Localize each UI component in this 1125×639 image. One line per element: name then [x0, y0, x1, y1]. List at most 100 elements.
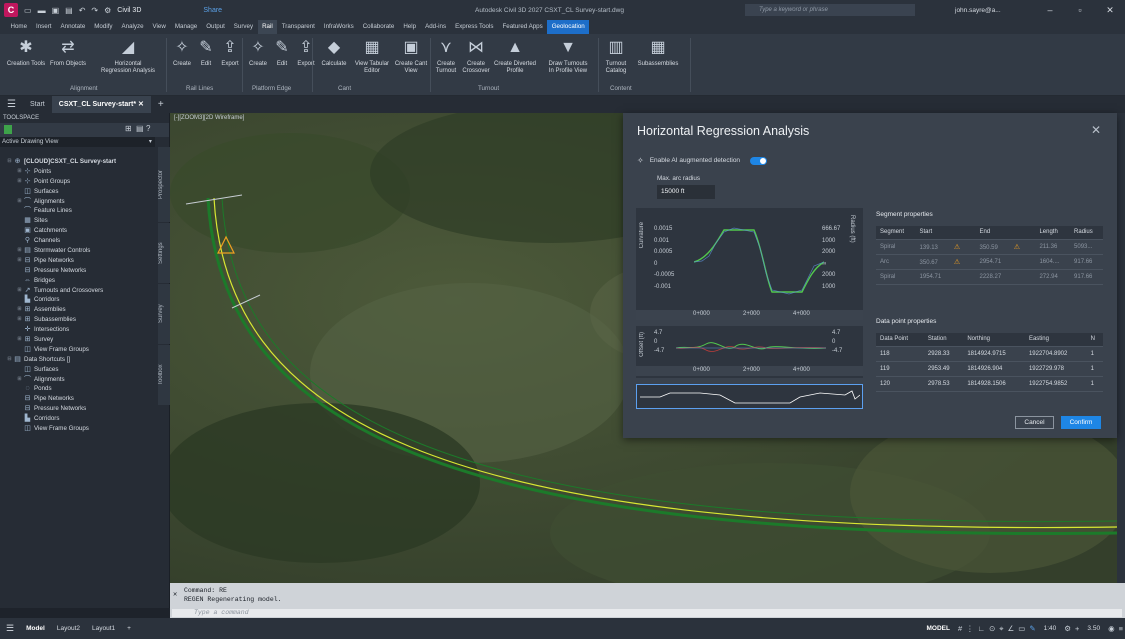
- gear-icon[interactable]: ⚙: [104, 6, 111, 15]
- close-command-icon[interactable]: ✕: [173, 590, 177, 599]
- tab-view[interactable]: View: [148, 20, 170, 34]
- tab-active-drawing[interactable]: CSXT_CL Survey-start* ✕: [51, 96, 151, 113]
- expand-icon[interactable]: ⊞: [16, 335, 23, 345]
- expand-icon[interactable]: ⊞: [16, 315, 23, 325]
- add-layout-icon[interactable]: +: [121, 625, 137, 632]
- ribbon-button-cant-view[interactable]: ▣ Create Cant View: [391, 38, 431, 75]
- table-row[interactable]: Spiral 1954.71 2228.27 272.94 917.66: [876, 269, 1103, 285]
- ribbon-button-from-objects[interactable]: ⇄ From Objects: [48, 38, 88, 68]
- expand-icon[interactable]: ⊞: [16, 197, 23, 207]
- tab-infraworks[interactable]: InfraWorks: [319, 20, 358, 34]
- column-header[interactable]: Start: [915, 226, 976, 240]
- view-dropdown[interactable]: Active Drawing View ▾: [0, 137, 155, 147]
- menu-icon[interactable]: ☰: [0, 96, 23, 113]
- tree-item[interactable]: ⊞ ⌒ Alignments: [0, 197, 158, 207]
- help-icon[interactable]: ?: [146, 124, 150, 133]
- tab-help[interactable]: Help: [399, 20, 421, 34]
- ribbon-button-crossover[interactable]: ⋈ Create Crossover: [461, 38, 491, 75]
- tab-output[interactable]: Output: [202, 20, 230, 34]
- column-header[interactable]: Northing: [963, 333, 1025, 347]
- ribbon-button-platform-edit[interactable]: ✎ Edit: [270, 38, 294, 68]
- ribbon-button-regression[interactable]: ◢ Horizontal Regression Analysis: [92, 38, 164, 75]
- close-icon[interactable]: ✕: [1095, 0, 1125, 20]
- tab-geolocation[interactable]: Geolocation: [547, 20, 590, 34]
- user-account[interactable]: john.sayre@a...: [955, 7, 1001, 14]
- tab-manage[interactable]: Manage: [170, 20, 201, 34]
- tree-item[interactable]: ⌒ Feature Lines: [0, 206, 158, 216]
- tab-annotate[interactable]: Annotate: [56, 20, 90, 34]
- tab-insert[interactable]: Insert: [32, 20, 56, 34]
- close-tab-icon[interactable]: ✕: [138, 101, 144, 108]
- ribbon-button-draw-turnouts[interactable]: ▼ Draw Turnouts In Profile View: [540, 38, 596, 75]
- tab-rail[interactable]: Rail: [257, 20, 278, 34]
- tree-item[interactable]: ⊟ Pipe Networks: [0, 394, 158, 404]
- print-icon[interactable]: ▤: [65, 6, 73, 15]
- new-tab-icon[interactable]: +: [151, 96, 171, 113]
- ribbon-button-turnout[interactable]: ⋎ Create Turnout: [432, 38, 460, 75]
- new-icon[interactable]: ▭: [24, 6, 32, 15]
- workspace-selector[interactable]: Civil 3D: [117, 7, 141, 14]
- expand-icon[interactable]: ⊟: [6, 157, 13, 167]
- ortho-icon[interactable]: ∟: [976, 624, 987, 633]
- expand-icon[interactable]: ⊞: [16, 305, 23, 315]
- tab-start[interactable]: Start: [23, 96, 52, 113]
- column-header[interactable]: Station: [923, 333, 964, 347]
- annotation-scale[interactable]: 1:40: [1038, 625, 1063, 632]
- ribbon-button-cant-calculate[interactable]: ◆ Calculate: [316, 38, 352, 68]
- ribbon-button-subassemblies[interactable]: ▦ Subassemblies: [636, 38, 680, 68]
- maximize-icon[interactable]: ▫: [1065, 0, 1095, 20]
- tree-item[interactable]: ◌ Ponds: [0, 384, 158, 394]
- tab-modify[interactable]: Modify: [90, 20, 117, 34]
- expand-icon[interactable]: ⊟: [6, 355, 13, 365]
- ribbon-button-turnout-catalog[interactable]: ▥ Turnout Catalog: [600, 38, 632, 75]
- tree-item[interactable]: ⚲ Channels: [0, 236, 158, 246]
- close-icon[interactable]: ✕: [1091, 123, 1101, 137]
- table-row[interactable]: 120 2978.53 1814928.1506 1922754.9852 1: [876, 376, 1103, 392]
- expand-icon[interactable]: ⊞: [16, 246, 23, 256]
- tab-add-ins[interactable]: Add-ins: [421, 20, 451, 34]
- ribbon-button-platform-export[interactable]: ⇪ Export: [294, 38, 318, 68]
- tab-collaborate[interactable]: Collaborate: [358, 20, 399, 34]
- tab-prospector[interactable]: Prospector: [158, 147, 170, 222]
- tree-item[interactable]: ⊟ Pressure Networks: [0, 404, 158, 414]
- tab-model[interactable]: Model: [20, 625, 51, 632]
- tree-item[interactable]: ⊞ ⊟ Pipe Networks: [0, 256, 158, 266]
- command-input[interactable]: Type a command: [172, 609, 1122, 617]
- ribbon-button-platform-create[interactable]: ✧ Create: [246, 38, 270, 68]
- column-header[interactable]: Segment: [876, 226, 916, 240]
- share-button[interactable]: Share: [203, 7, 222, 14]
- tree-item[interactable]: ◫ Surfaces: [0, 365, 158, 375]
- list-view-icon[interactable]: ▤: [136, 124, 144, 133]
- isolate-icon[interactable]: ◉: [1106, 624, 1117, 633]
- tree-view-icon[interactable]: ⊞: [125, 124, 132, 133]
- minimize-icon[interactable]: –: [1035, 0, 1065, 20]
- drawing-icon[interactable]: [4, 125, 12, 134]
- tab-survey[interactable]: Survey: [158, 284, 170, 344]
- column-header[interactable]: Radius: [1070, 226, 1103, 240]
- app-logo[interactable]: C: [4, 3, 18, 17]
- redo-icon[interactable]: ↷: [91, 6, 98, 15]
- column-header[interactable]: End: [975, 226, 1036, 240]
- tree-item[interactable]: ✛ Intersections: [0, 325, 158, 335]
- customize-icon[interactable]: ≡: [1117, 624, 1125, 633]
- tab-express-tools[interactable]: Express Tools: [451, 20, 498, 34]
- tab-settings[interactable]: Settings: [158, 223, 170, 283]
- ribbon-button-diverted-profile[interactable]: ▲ Create Diverted Profile: [492, 38, 538, 75]
- table-row[interactable]: 118 2928.33 1814924.9715 1922704.8902 1: [876, 346, 1103, 362]
- tree-item[interactable]: ⊞ ⌒ Alignments: [0, 375, 158, 385]
- table-row[interactable]: 119 2953.49 1814926.904 1922729.978 1: [876, 361, 1103, 377]
- max-arc-radius-input[interactable]: 15000 ft: [657, 185, 715, 199]
- ribbon-button-rail-create[interactable]: ✧ Create: [170, 38, 194, 68]
- plus-icon[interactable]: +: [1073, 624, 1081, 633]
- tab-layout2[interactable]: Layout2: [51, 625, 86, 632]
- ribbon-button-rail-export[interactable]: ⇪ Export: [218, 38, 242, 68]
- ribbon-button-creation-tools[interactable]: ✱ Creation Tools: [4, 38, 48, 68]
- annotation-icon[interactable]: ✎: [1027, 624, 1037, 633]
- column-header[interactable]: Data Point: [876, 333, 924, 347]
- grid-icon[interactable]: #: [956, 624, 964, 633]
- tab-transparent[interactable]: Transparent: [277, 20, 319, 34]
- tree-item[interactable]: ⊟ ⊕ [CLOUD]CSXT_CL Survey-start: [0, 157, 158, 167]
- tree-item[interactable]: ⊞ ⊞ Assemblies: [0, 305, 158, 315]
- expand-icon[interactable]: ⊞: [16, 256, 23, 266]
- expand-icon[interactable]: ⊞: [16, 375, 23, 385]
